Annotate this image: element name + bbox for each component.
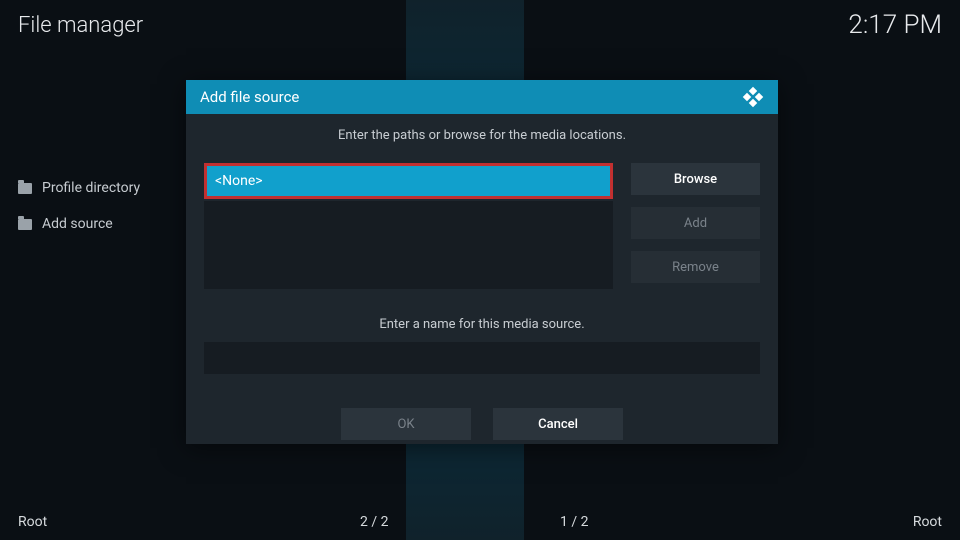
- dialog-title: Add file source: [200, 88, 299, 106]
- add-file-source-dialog: Add file source Enter the paths or brows…: [186, 80, 778, 444]
- paths-list: <None>: [204, 163, 613, 289]
- paths-row: <None> Browse Add Remove: [204, 163, 760, 289]
- add-button[interactable]: Add: [631, 207, 760, 239]
- name-prompt: Enter a name for this media source.: [204, 317, 760, 332]
- paths-prompt: Enter the paths or browse for the media …: [204, 128, 760, 143]
- source-name-input[interactable]: [204, 342, 760, 374]
- cancel-button[interactable]: Cancel: [493, 408, 623, 440]
- browse-button[interactable]: Browse: [631, 163, 760, 195]
- path-input-selected[interactable]: <None>: [204, 163, 613, 199]
- dialog-body: Enter the paths or browse for the media …: [186, 114, 778, 454]
- sidebar-item-label: Profile directory: [42, 180, 140, 196]
- kodi-logo-icon: [742, 86, 764, 108]
- sidebar-item-label: Add source: [42, 216, 113, 232]
- sidebar: Profile directory Add source: [14, 170, 144, 242]
- dialog-footer: OK Cancel: [204, 408, 760, 440]
- ok-button[interactable]: OK: [341, 408, 471, 440]
- page-title: File manager: [18, 13, 143, 38]
- path-buttons: Browse Add Remove: [631, 163, 760, 289]
- folder-icon: [18, 183, 32, 194]
- clock: 2:17 PM: [848, 10, 942, 40]
- path-list-empty-area[interactable]: [204, 201, 613, 289]
- status-left-count: 2 / 2: [360, 514, 388, 530]
- folder-icon: [18, 219, 32, 230]
- sidebar-item-profile-directory[interactable]: Profile directory: [14, 170, 144, 206]
- status-left-label: Root: [18, 514, 47, 530]
- status-bar: Root 2 / 2 1 / 2 Root: [0, 514, 960, 530]
- dialog-header: Add file source: [186, 80, 778, 114]
- status-right-label: Root: [913, 514, 942, 530]
- status-right-count: 1 / 2: [560, 514, 588, 530]
- sidebar-item-add-source[interactable]: Add source: [14, 206, 144, 242]
- remove-button[interactable]: Remove: [631, 251, 760, 283]
